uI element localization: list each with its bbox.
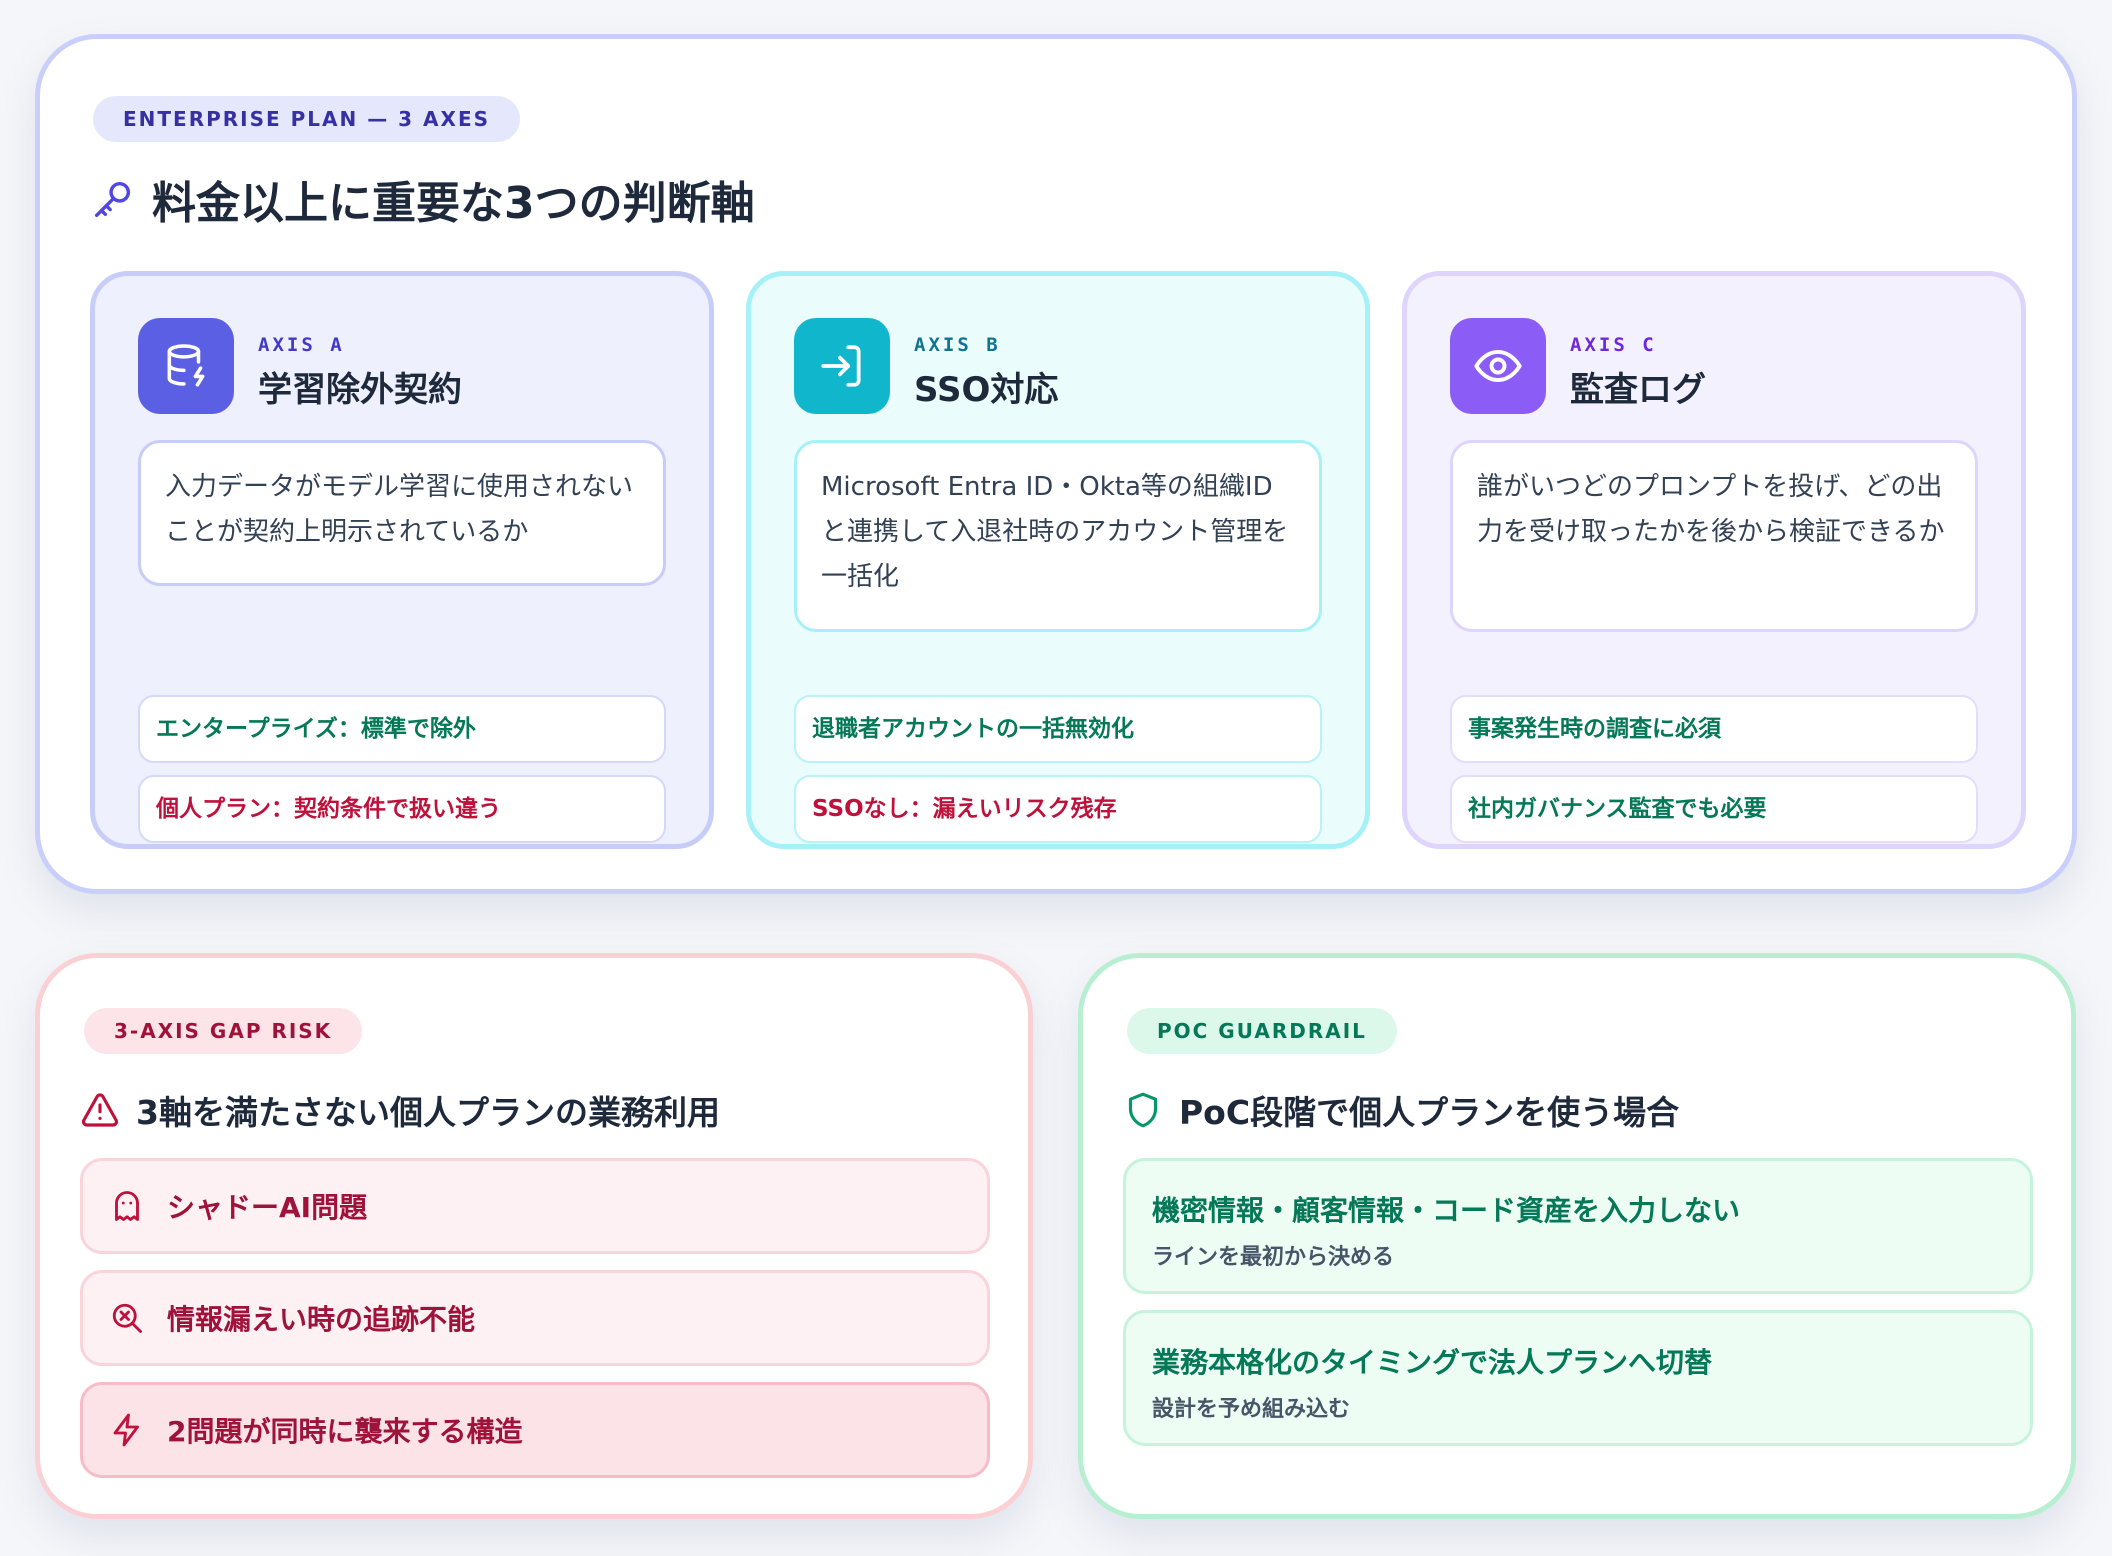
enterprise-axes-panel: ENTERPRISE PLAN — 3 AXES 料金以上に重要な3つの判断軸 …	[35, 34, 2077, 894]
guardrail-item-title: 業務本格化のタイミングで法人プランへ切替	[1152, 1346, 1713, 1379]
database-icon	[167, 344, 205, 387]
page-title: 料金以上に重要な3つの判断軸	[90, 167, 755, 231]
search-x-icon	[112, 1303, 142, 1333]
enterprise-plan-badge: ENTERPRISE PLAN — 3 AXES	[93, 96, 521, 142]
axis-a-title: 学習除外契約	[258, 370, 462, 410]
axis-b-icon-tile	[794, 318, 890, 414]
axis-b-label: AXIS B	[914, 334, 1001, 356]
axis-c-icon-tile	[1450, 318, 1546, 414]
poc-guardrail-panel: POC GUARDRAIL PoC段階で個人プランを使う場合 機密情報・顧客情報…	[1078, 953, 2076, 1519]
axis-c-title: 監査ログ	[1570, 370, 1706, 410]
axis-card-b: AXIS B SSO対応 Microsoft Entra ID・Okta等の組織…	[746, 271, 1370, 849]
page-title-text: 料金以上に重要な3つの判断軸	[152, 178, 755, 229]
axis-a-icon-tile	[138, 318, 234, 414]
risk-item-label: 2問題が同時に襲来する構造	[167, 1415, 523, 1448]
poc-guardrail-title-text: PoC段階で個人プランを使う場合	[1179, 1093, 1680, 1132]
warning-icon	[81, 1093, 119, 1127]
axis-b-description: Microsoft Entra ID・Okta等の組織IDと連携して入退社時のア…	[794, 440, 1322, 632]
axis-c-description: 誰がいつどのプロンプトを投げ、どの出力を受け取ったかを後から検証できるか	[1450, 440, 1978, 632]
guardrail-item-subtitle: ラインを最初から決める	[1152, 1245, 1395, 1270]
axis-a-description: 入力データがモデル学習に使用されないことが契約上明示されているか	[138, 440, 666, 586]
guardrail-item-title: 機密情報・顧客情報・コード資産を入力しない	[1152, 1194, 1741, 1227]
ghost-icon	[115, 1191, 139, 1221]
axis-card-c: AXIS C 監査ログ 誰がいつどのプロンプトを投げ、どの出力を受け取ったかを後…	[1402, 271, 2026, 849]
key-icon	[94, 181, 131, 218]
risk-item-shadow-ai: シャドーAI問題	[80, 1158, 990, 1254]
shield-icon	[1128, 1092, 1158, 1128]
risk-item-label: 情報漏えい時の追跡不能	[167, 1303, 476, 1336]
gap-risk-panel: 3-AXIS GAP RISK 3軸を満たさない個人プランの業務利用 シャドーA…	[35, 953, 1033, 1519]
guardrail-item-no-sensitive-input: 機密情報・顧客情報・コード資産を入力しない ラインを最初から決める	[1123, 1158, 2033, 1294]
axis-b-title: SSO対応	[914, 370, 1059, 410]
poc-guardrail-badge: POC GUARDRAIL	[1127, 1008, 1397, 1054]
axis-card-a: AXIS A 学習除外契約 入力データがモデル学習に使用されないことが契約上明示…	[90, 271, 714, 849]
login-icon	[821, 345, 861, 387]
axis-c-tag-2: 社内ガバナンス監査でも必要	[1450, 775, 1978, 843]
axis-a-tag-2: 個人プラン：契約条件で扱い違う	[138, 775, 666, 843]
guardrail-item-subtitle: 設計を予め組み込む	[1152, 1397, 1351, 1422]
axis-c-tag-1: 事案発生時の調査に必須	[1450, 695, 1978, 763]
axis-b-tag-1: 退職者アカウントの一括無効化	[794, 695, 1322, 763]
axis-c-label: AXIS C	[1570, 334, 1657, 356]
risk-item-untraceable: 情報漏えい時の追跡不能	[80, 1270, 990, 1366]
axis-a-label: AXIS A	[258, 334, 345, 356]
axis-a-tag-1: エンタープライズ：標準で除外	[138, 695, 666, 763]
lightning-icon	[113, 1413, 139, 1447]
axis-b-tag-2: SSOなし：漏えいリスク残存	[794, 775, 1322, 843]
risk-item-combined: 2問題が同時に襲来する構造	[80, 1382, 990, 1478]
gap-risk-badge: 3-AXIS GAP RISK	[84, 1008, 363, 1054]
guardrail-item-switch-plan: 業務本格化のタイミングで法人プランへ切替 設計を予め組み込む	[1123, 1310, 2033, 1446]
poc-guardrail-title: PoC段階で個人プランを使う場合	[1123, 1086, 1679, 1134]
risk-item-label: シャドーAI問題	[167, 1191, 368, 1224]
gap-risk-title-text: 3軸を満たさない個人プランの業務利用	[136, 1093, 720, 1132]
gap-risk-title: 3軸を満たさない個人プランの業務利用	[80, 1086, 720, 1134]
eye-icon	[1474, 349, 1522, 383]
